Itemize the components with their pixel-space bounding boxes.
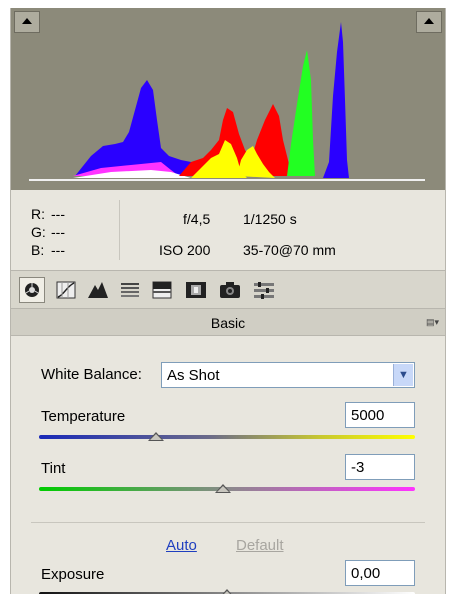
info-divider [119, 200, 120, 260]
camera-icon [220, 282, 240, 298]
lens-corrections-icon [186, 282, 206, 298]
camera-settings-right: 1/1250 s 35-70@70 mm [243, 204, 336, 266]
white-balance-label: White Balance: [41, 366, 142, 383]
white-balance-dropdown[interactable]: As Shot ▼ [161, 362, 415, 388]
basic-panel: White Balance: As Shot ▼ Temperature 500… [11, 336, 445, 594]
tab-hsl[interactable] [117, 277, 143, 303]
g-value: --- [51, 224, 65, 240]
tint-value: -3 [351, 459, 365, 476]
aperture-icon [25, 283, 39, 297]
tint-label: Tint [41, 460, 66, 477]
detail-icon [88, 282, 108, 298]
tab-basic[interactable] [19, 277, 45, 303]
histogram [11, 8, 445, 190]
exposure-value: 0,00 [351, 565, 381, 582]
tint-input[interactable]: -3 [345, 454, 415, 480]
tab-camera-calibration[interactable] [217, 277, 243, 303]
tab-detail[interactable] [85, 277, 111, 303]
highlight-clipping-toggle[interactable] [416, 11, 442, 33]
g-label: G: [31, 224, 46, 240]
split-toning-icon [152, 281, 172, 299]
camera-settings-left: f/4,5 ISO 200 [159, 204, 211, 266]
hsl-grayscale-icon [121, 283, 139, 297]
r-label: R: [31, 206, 45, 222]
temperature-value: 5000 [351, 407, 385, 424]
temperature-slider-thumb[interactable] [147, 432, 164, 441]
auto-link[interactable]: Auto [166, 537, 197, 554]
exposure-input[interactable]: 0,00 [345, 560, 415, 586]
rgb-readout: R: --- G: --- B: --- [31, 205, 65, 259]
lens-value: 35-70@70 mm [243, 242, 336, 258]
temperature-input[interactable]: 5000 [345, 402, 415, 428]
white-balance-value: As Shot [167, 367, 220, 384]
shadow-clipping-toggle[interactable] [14, 11, 40, 33]
tab-split-toning[interactable] [149, 277, 175, 303]
r-value: --- [51, 206, 65, 222]
chevron-down-icon[interactable]: ▼ [393, 364, 413, 386]
shutter-value: 1/1250 s [243, 211, 297, 227]
panel-menu-icon[interactable]: ▤▾ [426, 317, 439, 328]
panel-title: Basic [210, 315, 246, 331]
temperature-slider-track[interactable] [39, 435, 415, 439]
panel-title-bar: Basic ▤▾ [11, 308, 445, 336]
tab-tone-curve[interactable] [53, 277, 79, 303]
exposure-slider-thumb[interactable] [219, 589, 235, 594]
default-link[interactable]: Default [236, 537, 284, 554]
image-info: R: --- G: --- B: --- f/4,5 ISO 200 1/1250 s… [11, 190, 445, 270]
aperture-value: f/4,5 [183, 211, 211, 227]
panel-tabs [11, 270, 445, 309]
b-value: --- [51, 242, 65, 258]
section-divider [31, 522, 425, 523]
camera-raw-panel: R: --- G: --- B: --- f/4,5 ISO 200 1/1250 s… [10, 8, 446, 594]
tint-slider-thumb[interactable] [215, 484, 232, 493]
tab-lens-corrections[interactable] [183, 277, 209, 303]
iso-value: ISO 200 [159, 242, 211, 258]
b-label: B: [31, 242, 45, 258]
tone-curve-icon [56, 281, 76, 299]
presets-icon [254, 282, 274, 299]
tab-presets[interactable] [251, 277, 277, 303]
exposure-label: Exposure [41, 566, 105, 583]
temperature-label: Temperature [41, 408, 126, 425]
histogram-graph [29, 22, 425, 181]
